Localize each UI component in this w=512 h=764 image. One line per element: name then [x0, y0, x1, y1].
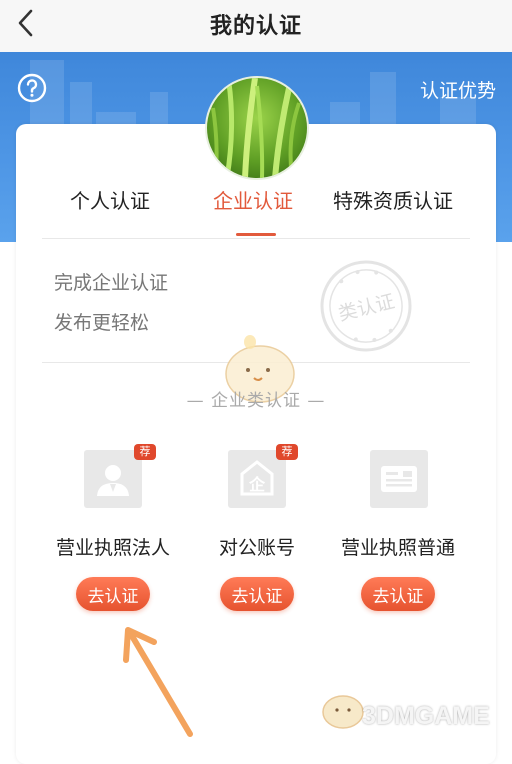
annotation-arrow — [118, 622, 208, 737]
tab-enterprise-certification[interactable]: 企业认证 — [213, 185, 293, 214]
option-label: 营业执照法人 — [55, 537, 170, 559]
page-title: 我的认证 — [209, 14, 302, 39]
navigation-bar: 我的认证 — [0, 0, 512, 52]
tab-special-qualification-certification[interactable]: 特殊资质认证 — [333, 185, 453, 214]
tabs-divider — [42, 238, 470, 239]
question-circle-icon — [17, 73, 47, 103]
section-title: — 企业类认证 — — [186, 391, 326, 411]
promo-line-1: 完成企业认证 — [54, 272, 169, 294]
go-certify-button[interactable]: 去认证 — [76, 577, 150, 611]
certification-tabs: 个人认证 企业认证 特殊资质认证 — [36, 185, 476, 235]
stamp-text: 类认证 — [336, 290, 397, 325]
business-license-legal-person-icon[interactable] — [84, 450, 142, 508]
active-tab-indicator — [236, 233, 276, 236]
promo-line-2: 发布更轻松 — [54, 312, 150, 334]
user-avatar — [205, 76, 309, 180]
id-card-icon — [381, 466, 417, 492]
help-button[interactable] — [16, 72, 48, 104]
recommend-badge: 荐 — [276, 444, 298, 460]
grass-image — [211, 78, 301, 178]
recommend-badge: 荐 — [134, 444, 156, 460]
go-certify-button[interactable]: 去认证 — [361, 577, 435, 611]
tab-personal-certification[interactable]: 个人认证 — [70, 185, 150, 214]
watermark-text: 3DMGAME — [362, 702, 490, 730]
person-id-icon — [97, 465, 129, 496]
certification-advantage-link[interactable]: 认证优势 — [420, 76, 496, 103]
svg-text:企: 企 — [248, 475, 266, 494]
business-license-general-icon[interactable] — [370, 450, 428, 508]
option-label: 对公账号 — [218, 537, 295, 559]
option-label: 营业执照普通 — [340, 537, 455, 559]
mascot-watermark-icon — [322, 695, 364, 729]
go-certify-button[interactable]: 去认证 — [220, 577, 294, 611]
arrow-icon — [123, 627, 193, 737]
